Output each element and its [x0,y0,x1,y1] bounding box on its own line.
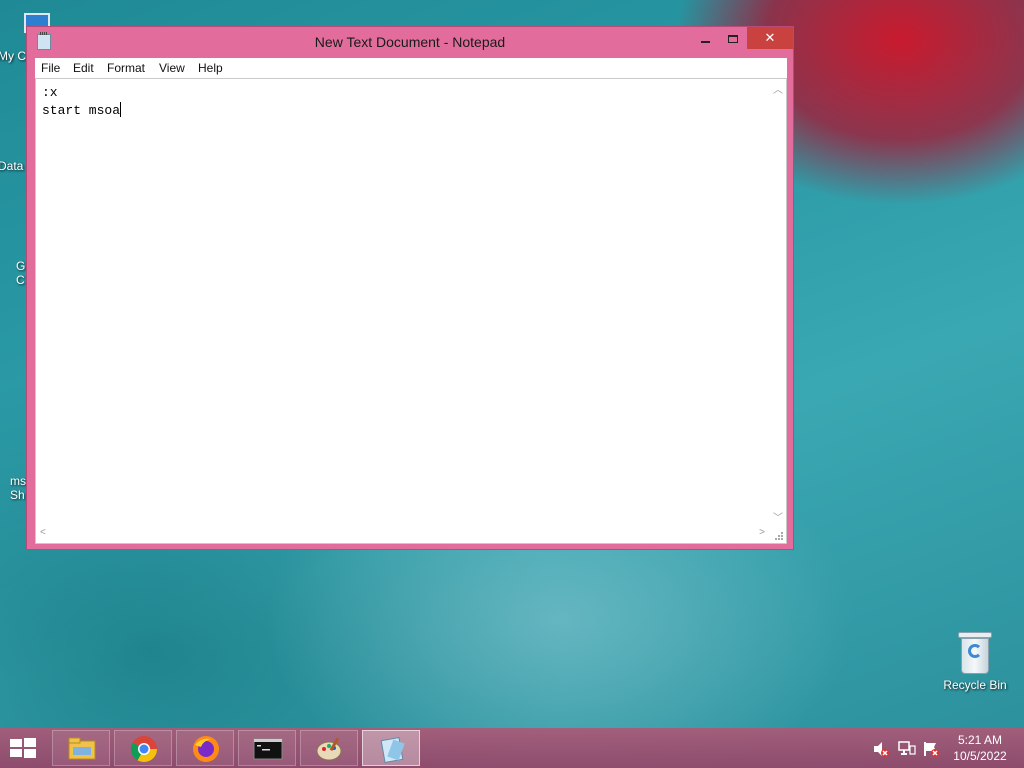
recycle-bin-icon [958,630,992,674]
maximize-icon [728,34,738,43]
firefox-icon [193,736,219,762]
volume-muted-icon[interactable] [872,740,890,758]
clock-date: 10/5/2022 [953,749,1007,763]
scroll-right-icon[interactable]: > [759,527,765,538]
taskbar-file-explorer[interactable] [52,730,110,766]
menu-help[interactable]: Help [198,61,223,75]
menu-file[interactable]: File [41,61,60,75]
maximize-button[interactable] [719,27,747,49]
window-title: New Text Document - Notepad [314,34,506,50]
start-button[interactable] [8,736,38,760]
paint-palette-icon [316,737,342,761]
scroll-left-icon[interactable]: < [40,527,46,538]
close-button[interactable]: ✕ [747,27,793,49]
action-center-flag-icon[interactable] [922,740,940,758]
desktop-icon-label: Recycle Bin [943,678,1007,692]
editor-content[interactable]: :x start msoa [42,84,766,523]
folder-icon [68,737,96,760]
menu-view[interactable]: View [159,61,185,75]
taskbar: 5:21 AM 10/5/2022 [0,728,1024,768]
title-bar[interactable]: New Text Document - Notepad ✕ [27,27,793,57]
scroll-down-icon[interactable]: ﹀ [773,509,783,524]
clock-time: 5:21 AM [957,733,1003,747]
taskbar-paint[interactable] [300,730,358,766]
windows-logo-icon [10,738,36,758]
text-caret [120,102,122,117]
text-editor[interactable]: :x start msoa ︿ ﹀ < > [35,78,787,544]
minimize-button[interactable] [691,27,719,49]
horizontal-scrollbar[interactable]: < > [36,526,769,543]
editor-line: :x [42,85,58,100]
network-icon[interactable] [898,740,916,758]
vertical-scrollbar[interactable]: ︿ ﹀ [769,79,786,526]
terminal-icon [253,738,283,760]
minimize-icon [700,40,710,43]
close-icon: ✕ [764,30,776,45]
editor-line: start msoa [42,103,121,118]
notepad-icon [380,737,405,763]
resize-grip[interactable] [769,526,786,543]
editor-line-with-caret: start msoa [42,102,766,120]
menu-bar: File Edit Format View Help [35,58,787,78]
taskbar-chrome[interactable] [114,730,172,766]
desktop-icon-recycle-bin[interactable]: Recycle Bin [940,630,1010,692]
menu-format[interactable]: Format [107,61,145,75]
taskbar-firefox[interactable] [176,730,234,766]
menu-edit[interactable]: Edit [73,61,94,75]
chrome-icon [130,736,158,763]
taskbar-notepad[interactable] [362,730,420,766]
notepad-window[interactable]: New Text Document - Notepad ✕ File Edit … [26,26,794,550]
taskbar-command-prompt[interactable] [238,730,296,766]
resize-grip-icon [775,532,783,540]
taskbar-clock[interactable]: 5:21 AM 10/5/2022 [944,732,1016,764]
scroll-up-icon[interactable]: ︿ [773,81,783,96]
